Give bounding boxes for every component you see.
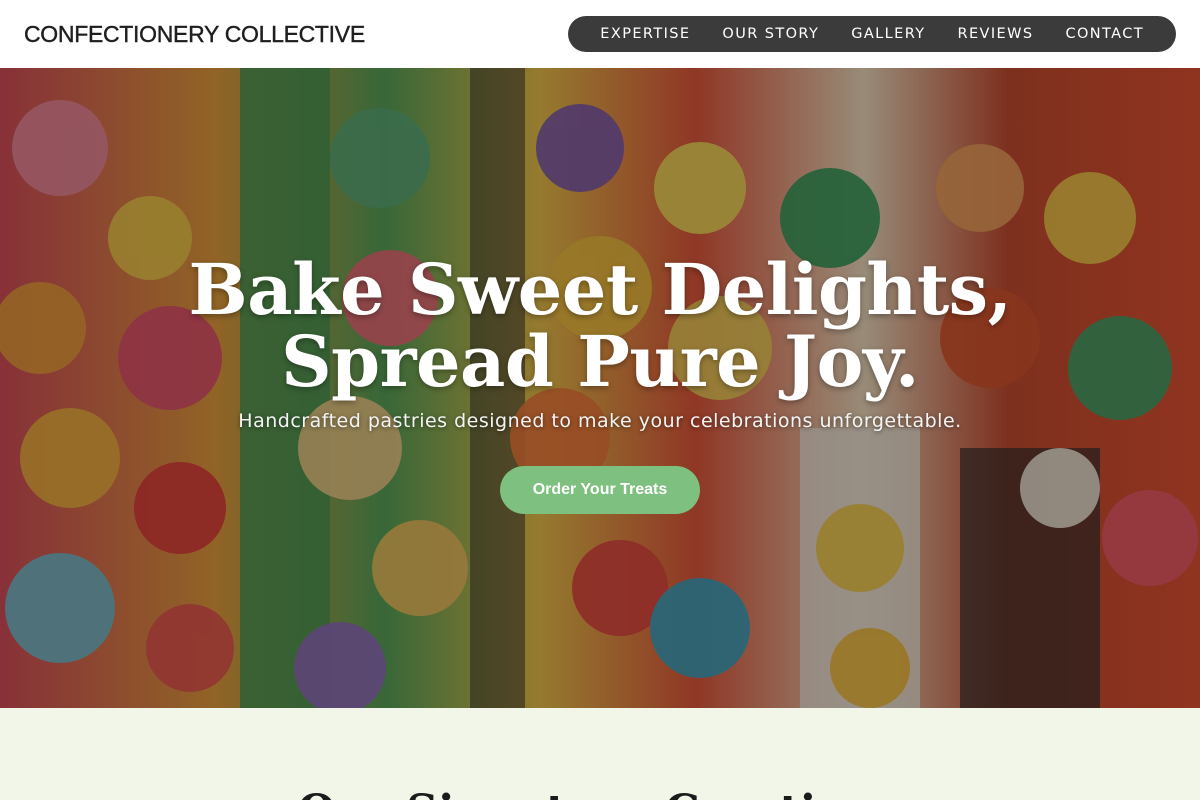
order-treats-button[interactable]: Order Your Treats bbox=[500, 466, 700, 514]
nav-link-expertise[interactable]: EXPERTISE bbox=[600, 26, 690, 42]
hero-title-line-1: Bake Sweet Delights, bbox=[188, 248, 1012, 331]
nav-link-reviews[interactable]: REVIEWS bbox=[958, 26, 1034, 42]
hero-title: Bake Sweet Delights, Spread Pure Joy. bbox=[150, 254, 1050, 398]
hero-subtitle: Handcrafted pastries designed to make yo… bbox=[238, 410, 962, 432]
hero-section: Bake Sweet Delights, Spread Pure Joy. Ha… bbox=[0, 68, 1200, 708]
brand-logo[interactable]: CONFECTIONERY COLLECTIVE bbox=[24, 20, 366, 48]
nav-link-gallery[interactable]: GALLERY bbox=[851, 26, 925, 42]
site-header: CONFECTIONERY COLLECTIVE EXPERTISE OUR S… bbox=[0, 0, 1200, 68]
nav-link-contact[interactable]: CONTACT bbox=[1065, 26, 1144, 42]
main-nav: EXPERTISE OUR STORY GALLERY REVIEWS CONT… bbox=[568, 16, 1176, 52]
signature-heading: Our Signature Creations bbox=[0, 786, 1200, 800]
hero-title-line-2: Spread Pure Joy. bbox=[281, 320, 919, 403]
nav-link-our-story[interactable]: OUR STORY bbox=[722, 26, 819, 42]
hero-content: Bake Sweet Delights, Spread Pure Joy. Ha… bbox=[0, 68, 1200, 708]
signature-section: Our Signature Creations bbox=[0, 708, 1200, 800]
